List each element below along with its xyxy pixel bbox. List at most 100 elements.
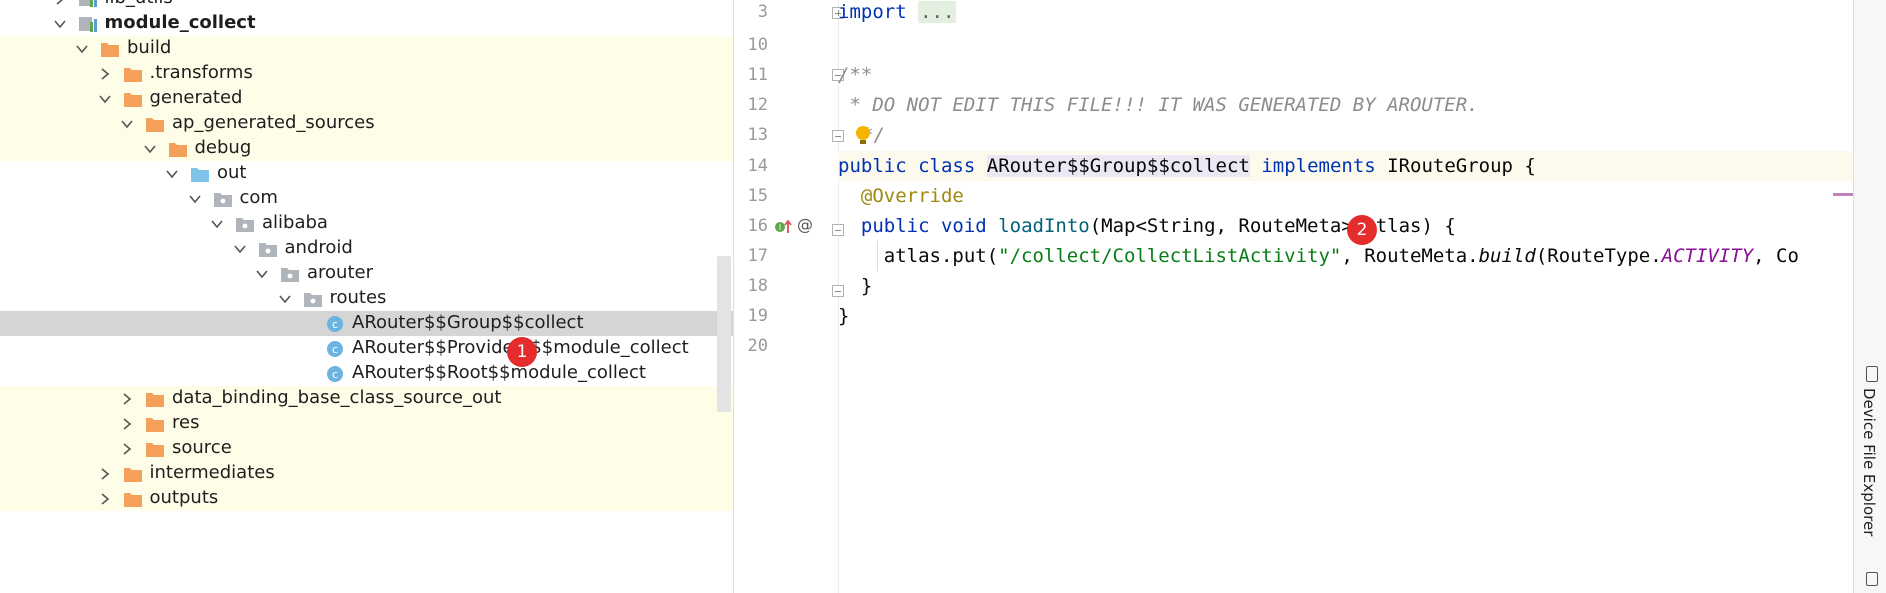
- tree-item-label: com: [239, 187, 278, 208]
- override-marker-icon[interactable]: @: [797, 216, 813, 234]
- folder-blue-icon: [190, 165, 210, 183]
- line-number: 19: [747, 306, 768, 326]
- module-icon: [78, 0, 98, 8]
- tree-item-arouter-providers-module-collect[interactable]: cARouter$$Providers$$module_collect: [0, 336, 733, 361]
- module-icon: [78, 15, 98, 33]
- tree-item-generated[interactable]: generated: [0, 86, 733, 111]
- tree-item-label: .transforms: [149, 62, 253, 83]
- tree-item-android[interactable]: android: [0, 236, 733, 261]
- code-editor[interactable]: 3 10 11 12 13 14 15 16 17 18 19 20 I @ i…: [733, 0, 1853, 593]
- tree-item-arouter[interactable]: arouter: [0, 261, 733, 286]
- implements-method-icon[interactable]: I: [774, 216, 794, 246]
- tree-item-arouter-group-collect[interactable]: c ARouter$$Group$$collect: [0, 311, 733, 336]
- chevron-down-icon[interactable]: [143, 142, 157, 156]
- tree-item-label: routes: [329, 287, 387, 308]
- tree-item-lib-utils[interactable]: lib_utils: [0, 0, 733, 11]
- code-line[interactable]: * DO NOT EDIT THIS FILE!!! IT WAS GENERA…: [838, 90, 1853, 120]
- tree-item-outputs[interactable]: outputs: [0, 486, 733, 511]
- tree-item-transforms[interactable]: .transforms: [0, 61, 733, 86]
- line-number: 14: [747, 156, 768, 176]
- tree-item-label: outputs: [149, 487, 219, 508]
- line-number: 13: [747, 125, 768, 145]
- tree-item-module-collect[interactable]: module_collect: [0, 11, 733, 36]
- tree-item-label: res: [172, 412, 200, 433]
- code-line[interactable]: @Override: [838, 181, 1853, 211]
- class-icon: c: [325, 365, 345, 383]
- line-number: 20: [747, 336, 768, 356]
- tree-item-label: android: [284, 237, 353, 258]
- code-line[interactable]: }: [838, 301, 1853, 331]
- device-icon: [1866, 366, 1878, 382]
- tree-item-arouter-root-module-collect[interactable]: c ARouter$$Root$$module_collect: [0, 361, 733, 386]
- tree-item-com[interactable]: com: [0, 186, 733, 211]
- tree-item-alibaba[interactable]: alibaba: [0, 211, 733, 236]
- device-file-explorer-label: Device File Explorer: [1860, 388, 1878, 537]
- code-line[interactable]: /**: [838, 60, 1853, 90]
- chevron-down-icon[interactable]: [53, 17, 67, 31]
- project-tree[interactable]: lib_utils module_collectbuild .transforms g…: [0, 0, 733, 593]
- tree-item-out[interactable]: out: [0, 161, 733, 186]
- code-line-current[interactable]: public class ARouter$$Group$$collect imp…: [838, 151, 1853, 181]
- folder-orange-icon: [145, 115, 165, 133]
- tree-item-label: ARouter$$Root$$module_collect: [352, 362, 646, 383]
- package-icon: [280, 265, 300, 283]
- code-line[interactable]: */: [862, 120, 1853, 150]
- chevron-down-icon[interactable]: [75, 42, 89, 56]
- chevron-right-icon[interactable]: [98, 67, 112, 81]
- device-file-explorer-tab[interactable]: Device File Explorer: [1858, 362, 1884, 542]
- tree-scrollbar[interactable]: [717, 256, 731, 412]
- folder-orange-icon: [168, 140, 188, 158]
- package-icon: [303, 290, 323, 308]
- chevron-right-icon[interactable]: [53, 0, 67, 6]
- code-line[interactable]: atlas.put("/collect/CollectListActivity"…: [838, 241, 1853, 271]
- device-icon[interactable]: [1866, 572, 1878, 586]
- chevron-down-icon[interactable]: [98, 92, 112, 106]
- code-line[interactable]: import ...: [838, 0, 1853, 27]
- tree-item-source[interactable]: source: [0, 436, 733, 461]
- tree-item-label: module_collect: [104, 12, 256, 33]
- class-icon: c: [325, 315, 345, 333]
- indent-guide: [877, 241, 878, 271]
- folder-orange-icon: [123, 490, 143, 508]
- tree-item-intermediates[interactable]: intermediates: [0, 461, 733, 486]
- class-name: ARouter$$Group$$collect: [986, 155, 1250, 177]
- package-icon: [213, 190, 233, 208]
- tree-item-debug[interactable]: debug: [0, 136, 733, 161]
- chevron-down-icon[interactable]: [210, 217, 224, 231]
- tree-item-data-binding-base-class-source-out[interactable]: data_binding_base_class_source_out: [0, 386, 733, 411]
- svg-text:I: I: [779, 223, 781, 232]
- line-number: 16: [747, 216, 768, 236]
- chevron-down-icon[interactable]: [255, 267, 269, 281]
- tree-item-ap-generated-sources[interactable]: ap_generated_sources: [0, 111, 733, 136]
- chevron-right-icon[interactable]: [120, 442, 134, 456]
- chevron-down-icon[interactable]: [278, 292, 292, 306]
- folder-orange-icon: [123, 465, 143, 483]
- fold-collapse-icon[interactable]: [832, 130, 844, 142]
- tree-item-build[interactable]: build: [0, 36, 733, 61]
- line-number: 12: [747, 95, 768, 115]
- chevron-right-icon[interactable]: [98, 467, 112, 481]
- line-number: 10: [747, 35, 768, 55]
- chevron-right-icon[interactable]: [98, 492, 112, 506]
- tree-item-label: debug: [194, 137, 252, 158]
- chevron-down-icon[interactable]: [165, 167, 179, 181]
- chevron-down-icon[interactable]: [233, 242, 247, 256]
- collapsed-imports[interactable]: ...: [918, 1, 957, 23]
- chevron-down-icon[interactable]: [120, 117, 134, 131]
- editor-gutter: 3 10 11 12 13 14 15 16 17 18 19 20 I @: [734, 0, 844, 593]
- tree-item-label: build: [127, 37, 172, 58]
- tree-item-routes[interactable]: routes: [0, 286, 733, 311]
- tree-item-label: ARouter$$Group$$collect: [352, 312, 584, 333]
- package-icon: [235, 215, 255, 233]
- tree-item-label: data_binding_base_class_source_out: [172, 387, 502, 408]
- chevron-right-icon[interactable]: [120, 417, 134, 431]
- tree-item-res[interactable]: res: [0, 411, 733, 436]
- package-icon: [258, 240, 278, 258]
- chevron-down-icon[interactable]: [188, 192, 202, 206]
- chevron-right-icon[interactable]: [120, 392, 134, 406]
- tree-item-label: ap_generated_sources: [172, 112, 375, 133]
- line-number: 3: [757, 2, 768, 22]
- code-line[interactable]: public void loadInto(Map<String, RouteMe…: [838, 211, 1853, 241]
- line-number: 15: [747, 186, 768, 206]
- code-line[interactable]: }: [838, 271, 1853, 301]
